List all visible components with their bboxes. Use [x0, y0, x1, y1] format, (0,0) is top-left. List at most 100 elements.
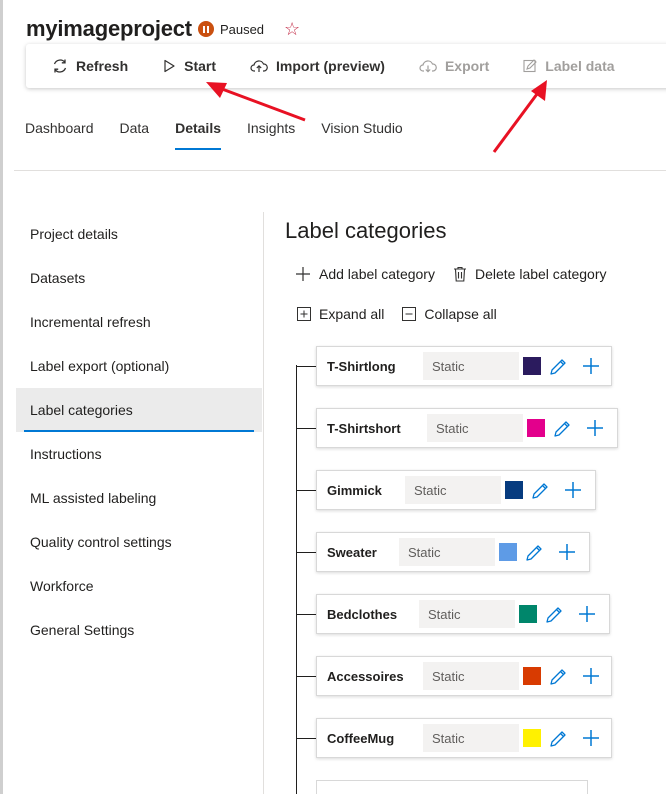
add-sublabel-plus-icon[interactable]: [585, 418, 605, 438]
label-category-card[interactable]: Gimmick Static: [316, 470, 596, 510]
tabs-divider: [14, 170, 666, 171]
label-category-type: Static: [423, 662, 519, 690]
edit-pencil-icon[interactable]: [549, 730, 567, 748]
edit-document-icon: [523, 59, 538, 73]
tab-data[interactable]: Data: [120, 120, 150, 150]
expand-all-label: Expand all: [319, 306, 385, 322]
label-color-swatch[interactable]: [527, 419, 545, 437]
trash-icon: [453, 266, 466, 282]
tab-details[interactable]: Details: [175, 120, 221, 150]
edit-pencil-icon[interactable]: [553, 420, 571, 438]
tree-branch: [296, 676, 316, 677]
tab-vision-studio[interactable]: Vision Studio: [321, 120, 402, 150]
collapse-icon: [402, 307, 417, 321]
label-category-type: Static: [423, 724, 519, 752]
sidenav-item-label-export[interactable]: Label export (optional): [16, 344, 262, 388]
add-sublabel-plus-icon[interactable]: [557, 542, 577, 562]
project-title: myimageproject: [26, 16, 192, 41]
label-color-swatch[interactable]: [523, 667, 541, 685]
sidenav-item-workforce[interactable]: Workforce: [16, 564, 262, 608]
label-category-card[interactable]: T-Shirtlong Static: [316, 346, 612, 386]
sidenav-item-incremental-refresh[interactable]: Incremental refresh: [16, 300, 262, 344]
sidenav-item-datasets[interactable]: Datasets: [16, 256, 262, 300]
add-sublabel-plus-icon[interactable]: [581, 666, 601, 686]
expand-all-button[interactable]: Expand all: [297, 306, 384, 322]
tree-branch: [296, 428, 316, 429]
start-button[interactable]: Start: [162, 58, 216, 74]
plus-icon: [296, 267, 310, 281]
label-category-name: Sweater: [327, 544, 377, 560]
add-sublabel-plus-icon[interactable]: [581, 356, 601, 376]
category-actions: Add label category Delete label category: [295, 266, 625, 282]
label-category-name: Gimmick: [327, 482, 382, 498]
section-title: Label categories: [285, 218, 447, 243]
refresh-label: Refresh: [76, 58, 129, 74]
label-category-type: Static: [423, 352, 519, 380]
tree-branch: [296, 614, 316, 615]
project-tabs: Dashboard Data Details Insights Vision S…: [25, 120, 429, 150]
label-color-swatch[interactable]: [523, 729, 541, 747]
project-header: myimageproject Paused ☆: [26, 14, 300, 44]
edit-pencil-icon[interactable]: [531, 482, 549, 500]
favorite-star-icon[interactable]: ☆: [284, 20, 300, 38]
import-button[interactable]: Import (preview): [250, 58, 385, 74]
window-edge: [0, 0, 3, 794]
label-color-swatch[interactable]: [523, 357, 541, 375]
cloud-upload-icon: [250, 60, 268, 72]
project-status: Paused: [219, 21, 265, 37]
sidenav-item-general-settings[interactable]: General Settings: [16, 608, 262, 652]
edit-pencil-icon[interactable]: [549, 668, 567, 686]
refresh-button[interactable]: Refresh: [52, 58, 128, 74]
paused-icon: [197, 21, 214, 37]
edit-pencil-icon[interactable]: [545, 606, 563, 624]
label-category-type: Static: [419, 600, 515, 628]
play-icon: [164, 59, 175, 73]
label-category-type: Static: [427, 414, 523, 442]
refresh-icon: [53, 59, 67, 73]
tab-dashboard[interactable]: Dashboard: [25, 120, 94, 150]
tab-insights[interactable]: Insights: [247, 120, 295, 150]
label-category-name: CoffeeMug: [327, 730, 395, 746]
add-sublabel-plus-icon[interactable]: [577, 604, 597, 624]
expand-icon: [297, 307, 311, 321]
export-label: Export: [444, 58, 490, 74]
tree-branch: [296, 552, 316, 553]
tree-connector: [296, 365, 297, 794]
add-sublabel-plus-icon[interactable]: [581, 728, 601, 748]
start-label: Start: [184, 58, 217, 74]
label-color-swatch[interactable]: [505, 481, 523, 499]
add-label-category-button[interactable]: Add label category: [295, 266, 435, 282]
label-category-name: T-Shirtshort: [327, 420, 401, 436]
label-category-card[interactable]: Bedclothes Static: [316, 594, 610, 634]
label-category-card[interactable]: Sweater Static: [316, 532, 590, 572]
label-category-card[interactable]: Accessoires Static: [316, 656, 612, 696]
label-category-type: Static: [399, 538, 495, 566]
tree-branch: [296, 366, 316, 367]
sidenav-item-label-categories[interactable]: Label categories: [16, 388, 262, 432]
label-color-swatch[interactable]: [519, 605, 537, 623]
label-category-name: Accessoires: [327, 668, 404, 684]
edit-pencil-icon[interactable]: [525, 544, 543, 562]
export-button[interactable]: Export: [419, 58, 489, 74]
cloud-download-icon: [419, 60, 437, 73]
label-category-name: Bedclothes: [327, 606, 398, 622]
category-card-partial[interactable]: [316, 780, 588, 794]
add-label-category-label: Add label category: [319, 266, 435, 282]
label-color-swatch[interactable]: [499, 543, 517, 561]
sidenav-item-project-details[interactable]: Project details: [16, 212, 262, 256]
add-sublabel-plus-icon[interactable]: [563, 480, 583, 500]
tree-branch: [296, 738, 316, 739]
details-sidenav: Project details Datasets Incremental ref…: [16, 212, 262, 652]
label-category-name: T-Shirtlong: [327, 358, 396, 374]
sidenav-item-ml-assisted-labeling[interactable]: ML assisted labeling: [16, 476, 262, 520]
sidenav-item-instructions[interactable]: Instructions: [16, 432, 262, 476]
label-category-card[interactable]: CoffeeMug Static: [316, 718, 612, 758]
sidenav-item-quality-control[interactable]: Quality control settings: [16, 520, 262, 564]
delete-label-category-label: Delete label category: [474, 266, 607, 282]
delete-label-category-button[interactable]: Delete label category: [453, 266, 607, 282]
label-data-button[interactable]: Label data: [523, 58, 615, 74]
label-data-label: Label data: [545, 58, 615, 74]
label-category-card[interactable]: T-Shirtshort Static: [316, 408, 618, 448]
collapse-all-button[interactable]: Collapse all: [402, 306, 497, 322]
edit-pencil-icon[interactable]: [549, 358, 567, 376]
